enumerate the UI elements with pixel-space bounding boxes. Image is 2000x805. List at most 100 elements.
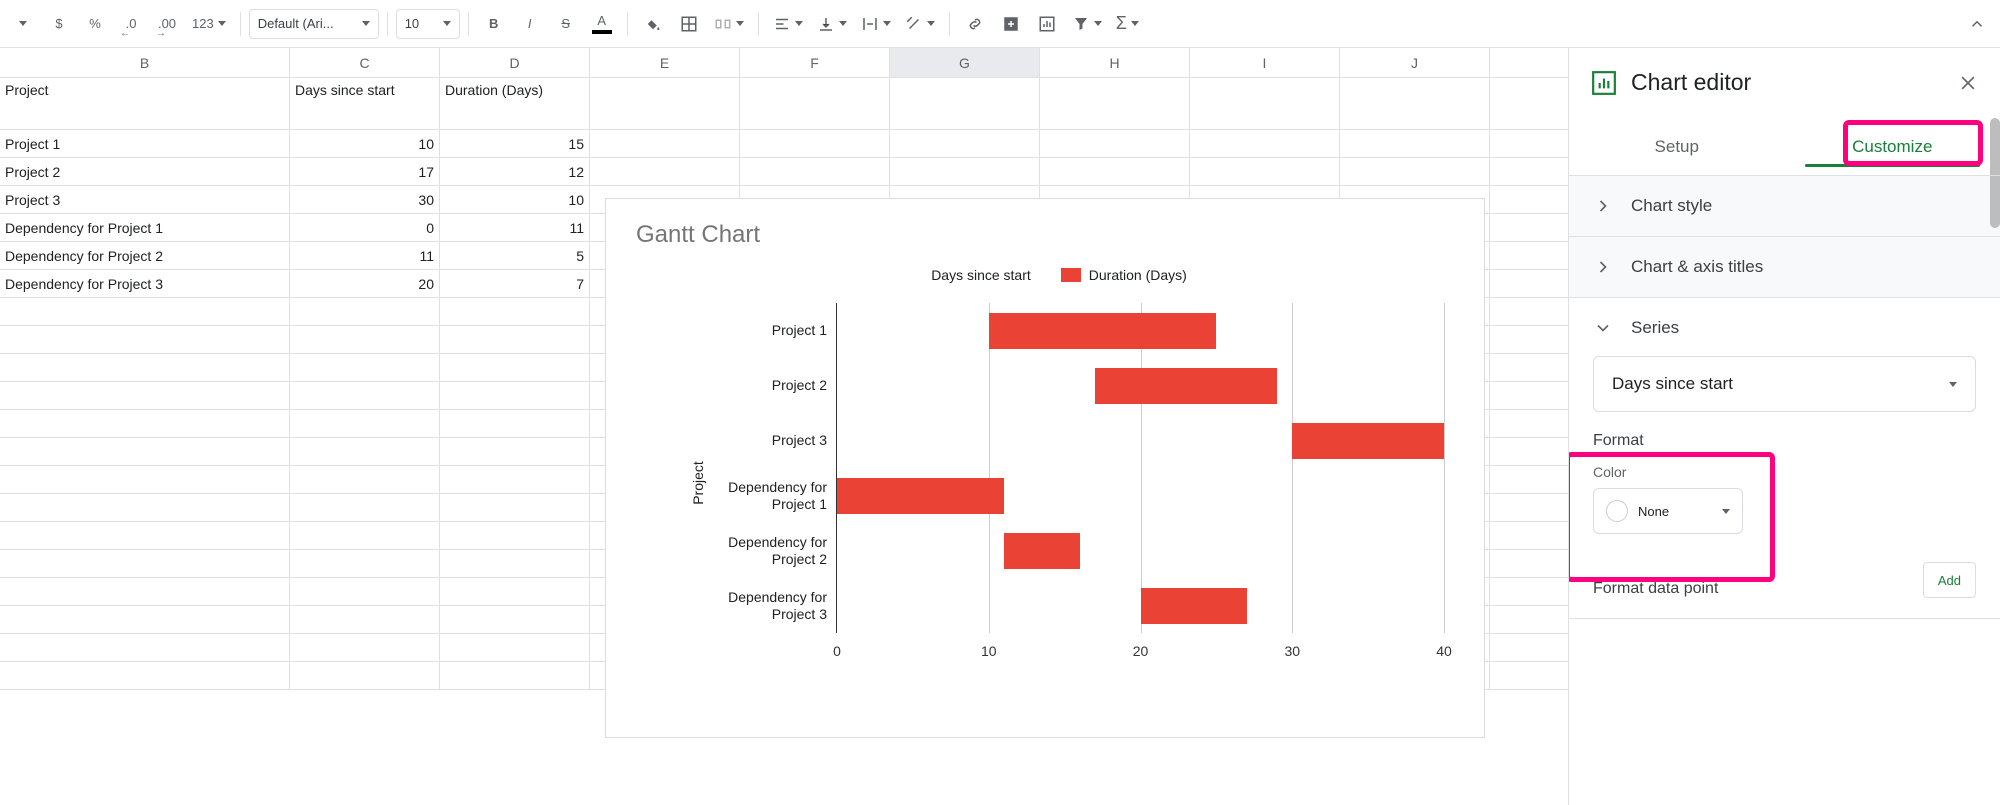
- cell[interactable]: [1040, 130, 1190, 157]
- cell[interactable]: 30: [290, 186, 440, 213]
- color-picker[interactable]: None: [1593, 488, 1743, 534]
- h-align-button[interactable]: [767, 7, 809, 41]
- cell[interactable]: 0: [290, 214, 440, 241]
- cell[interactable]: [440, 662, 590, 689]
- series-select[interactable]: Days since start: [1593, 356, 1976, 412]
- cell[interactable]: [440, 326, 590, 353]
- insert-chart-button[interactable]: [1030, 7, 1064, 41]
- column-header[interactable]: I: [1190, 48, 1340, 77]
- currency-format-button[interactable]: $: [42, 7, 76, 41]
- close-button[interactable]: [1958, 73, 1978, 93]
- fill-color-button[interactable]: [636, 7, 670, 41]
- cell[interactable]: [440, 606, 590, 633]
- cell[interactable]: [1190, 130, 1340, 157]
- chart[interactable]: Gantt Chart Days since start Duration (D…: [605, 198, 1485, 738]
- spreadsheet-area[interactable]: B C D E F G H I J ProjectDays since star…: [0, 48, 1568, 805]
- cell[interactable]: [290, 606, 440, 633]
- column-header[interactable]: C: [290, 48, 440, 77]
- cell[interactable]: 10: [290, 130, 440, 157]
- section-chart-style[interactable]: Chart style: [1569, 176, 2000, 237]
- cell[interactable]: [440, 410, 590, 437]
- cell[interactable]: [290, 410, 440, 437]
- cell[interactable]: [290, 466, 440, 493]
- cell[interactable]: [290, 326, 440, 353]
- text-wrap-button[interactable]: [855, 7, 897, 41]
- font-family-select[interactable]: Default (Ari...: [249, 9, 379, 39]
- merge-cells-button[interactable]: [708, 7, 750, 41]
- cell[interactable]: [740, 78, 890, 129]
- cell[interactable]: [890, 78, 1040, 129]
- cell[interactable]: [1040, 158, 1190, 185]
- column-header[interactable]: D: [440, 48, 590, 77]
- cell[interactable]: [440, 298, 590, 325]
- column-header[interactable]: G: [890, 48, 1040, 77]
- cell[interactable]: Dependency for Project 3: [0, 270, 290, 297]
- cell[interactable]: [0, 522, 290, 549]
- cell[interactable]: [1190, 78, 1340, 129]
- cell[interactable]: [0, 354, 290, 381]
- table-row[interactable]: Project 21712: [0, 158, 1568, 186]
- column-header[interactable]: B: [0, 48, 290, 77]
- cell[interactable]: [0, 550, 290, 577]
- cell[interactable]: 5: [440, 242, 590, 269]
- insert-comment-button[interactable]: [994, 7, 1028, 41]
- cell[interactable]: [740, 130, 890, 157]
- cell[interactable]: 12: [440, 158, 590, 185]
- cell[interactable]: 11: [440, 214, 590, 241]
- column-header[interactable]: F: [740, 48, 890, 77]
- cell[interactable]: [290, 354, 440, 381]
- cell[interactable]: [590, 158, 740, 185]
- column-header[interactable]: E: [590, 48, 740, 77]
- cell[interactable]: 10: [440, 186, 590, 213]
- more-formats-button[interactable]: 123: [186, 7, 232, 41]
- cell[interactable]: Days since start: [290, 78, 440, 129]
- cell[interactable]: [440, 522, 590, 549]
- tab-customize[interactable]: Customize: [1785, 118, 2000, 175]
- cell[interactable]: [290, 550, 440, 577]
- filter-button[interactable]: [1066, 7, 1108, 41]
- cell[interactable]: [440, 354, 590, 381]
- series-header[interactable]: Series: [1593, 318, 1976, 338]
- table-row[interactable]: Project 11015: [0, 130, 1568, 158]
- cell[interactable]: [290, 438, 440, 465]
- cell[interactable]: [0, 466, 290, 493]
- cell[interactable]: [0, 578, 290, 605]
- cell[interactable]: [1340, 130, 1490, 157]
- cell[interactable]: [590, 130, 740, 157]
- cell[interactable]: [0, 298, 290, 325]
- add-data-point-button[interactable]: Add: [1923, 562, 1976, 598]
- bold-button[interactable]: B: [477, 7, 511, 41]
- borders-button[interactable]: [672, 7, 706, 41]
- cell[interactable]: [440, 466, 590, 493]
- cell[interactable]: 7: [440, 270, 590, 297]
- cell[interactable]: [740, 158, 890, 185]
- cell[interactable]: [440, 494, 590, 521]
- cell[interactable]: [1040, 78, 1190, 129]
- cell[interactable]: [890, 130, 1040, 157]
- cell[interactable]: [290, 634, 440, 661]
- font-size-select[interactable]: 10: [396, 9, 460, 39]
- italic-button[interactable]: I: [513, 7, 547, 41]
- cell[interactable]: [440, 634, 590, 661]
- cell[interactable]: [0, 326, 290, 353]
- cell[interactable]: Project 2: [0, 158, 290, 185]
- cell[interactable]: [290, 298, 440, 325]
- text-rotation-button[interactable]: [899, 7, 941, 41]
- cell[interactable]: Project: [0, 78, 290, 129]
- cell[interactable]: [290, 494, 440, 521]
- cell[interactable]: [440, 438, 590, 465]
- cell[interactable]: 11: [290, 242, 440, 269]
- cell[interactable]: [1340, 158, 1490, 185]
- column-header[interactable]: H: [1040, 48, 1190, 77]
- column-header[interactable]: J: [1340, 48, 1490, 77]
- cell[interactable]: 15: [440, 130, 590, 157]
- percent-format-button[interactable]: %: [78, 7, 112, 41]
- cell[interactable]: [290, 662, 440, 689]
- v-align-button[interactable]: [811, 7, 853, 41]
- cell[interactable]: [890, 158, 1040, 185]
- table-row[interactable]: ProjectDays since startDuration (Days): [0, 78, 1568, 130]
- decrease-decimal-button[interactable]: .0←: [114, 7, 148, 41]
- cell[interactable]: [590, 78, 740, 129]
- cell[interactable]: [440, 578, 590, 605]
- cell[interactable]: [290, 522, 440, 549]
